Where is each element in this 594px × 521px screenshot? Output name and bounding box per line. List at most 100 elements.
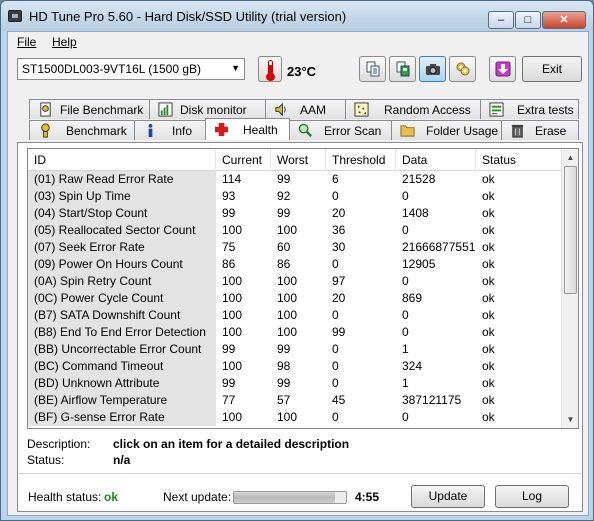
scroll-thumb[interactable] — [564, 166, 577, 294]
scroll-down-arrow-icon[interactable]: ▼ — [562, 411, 578, 428]
cell-status: ok — [482, 308, 495, 322]
cell-id: (BC) Command Timeout — [28, 358, 216, 375]
close-button[interactable]: ✕ — [542, 11, 586, 29]
cell-id: (BD) Unknown Attribute — [28, 375, 216, 392]
app-window: HD Tune Pro 5.60 - Hard Disk/SSD Utility… — [0, 0, 594, 521]
tab-folder-usage-label: Folder Usage — [426, 124, 499, 138]
benchmark-icon — [41, 123, 50, 138]
tab-aam[interactable]: AAM — [265, 99, 346, 119]
table-row[interactable]: (01) Raw Read Error Rate 114 99 6 21528 ok — [28, 171, 561, 188]
vertical-scrollbar[interactable]: ▲ ▼ — [561, 149, 578, 428]
table-row[interactable]: (BF) G-sense Error Rate 100 100 0 0 ok — [28, 409, 561, 426]
cell-status: ok — [482, 172, 495, 186]
table-row[interactable]: (09) Power On Hours Count 86 86 0 12905 ok — [28, 256, 561, 273]
cell-current: 99 — [222, 342, 236, 356]
cell-status: ok — [482, 274, 495, 288]
cell-id: (05) Reallocated Sector Count — [28, 222, 216, 239]
menu-help[interactable]: Help — [52, 35, 77, 49]
cell-current: 100 — [222, 291, 243, 305]
update-button[interactable]: Update — [411, 485, 485, 508]
table-row[interactable]: (05) Reallocated Sector Count 100 100 36 0 ok — [28, 222, 561, 239]
cell-threshold: 20 — [332, 206, 346, 220]
cell-status: ok — [482, 342, 495, 356]
tab-info-label: Info — [172, 124, 193, 138]
cell-data: 0 — [402, 410, 409, 424]
tab-error-scan[interactable]: Error Scan — [289, 120, 392, 140]
table-row[interactable]: (03) Spin Up Time 93 92 0 0 ok — [28, 188, 561, 205]
folder-icon — [400, 125, 415, 137]
thermometer-icon[interactable] — [258, 56, 282, 82]
save-button[interactable] — [489, 56, 516, 82]
random-access-icon — [354, 102, 369, 117]
cell-id: (BF) G-sense Error Rate — [28, 409, 216, 426]
column-header-threshold[interactable]: Threshold — [326, 149, 396, 171]
tab-health[interactable]: Health — [205, 118, 290, 140]
table-row[interactable]: (04) Start/Stop Count 99 99 20 1408 ok — [28, 205, 561, 222]
health-panel: ID Current Worst Threshold Data Status (… — [17, 142, 583, 512]
table-row[interactable]: (0C) Power Cycle Count 100 100 20 869 ok — [28, 290, 561, 307]
table-row[interactable]: (B8) End To End Error Detection 100 100 99 0… — [28, 324, 561, 341]
cell-worst: 100 — [277, 410, 298, 424]
cell-worst: 100 — [277, 308, 298, 322]
title-bar[interactable]: HD Tune Pro 5.60 - Hard Disk/SSD Utility… — [1, 1, 593, 31]
status-label: Status: — [27, 453, 65, 467]
tab-random-access[interactable]: Random Access — [345, 99, 481, 119]
table-row[interactable]: (07) Seek Error Rate 75 60 30 21666877551 ok — [28, 239, 561, 256]
cell-worst: 99 — [277, 342, 291, 356]
options-button[interactable] — [449, 56, 476, 82]
table-row[interactable]: (0A) Spin Retry Count 100 100 97 0 ok — [28, 273, 561, 290]
cell-worst: 99 — [277, 376, 291, 390]
tab-file-benchmark[interactable]: File Benchmark — [29, 99, 150, 119]
table-header: ID Current Worst Threshold Data Status — [28, 149, 561, 171]
window-title: HD Tune Pro 5.60 - Hard Disk/SSD Utility… — [29, 9, 347, 24]
tab-erase[interactable]: Erase — [501, 120, 579, 140]
cell-worst: 100 — [277, 274, 298, 288]
table-row[interactable]: (BB) Uncorrectable Error Count 99 99 0 1 ok — [28, 341, 561, 358]
options-icon — [456, 62, 470, 76]
column-header-data[interactable]: Data — [396, 149, 476, 171]
screenshot-button[interactable] — [419, 56, 446, 82]
table-row[interactable]: (B7) SATA Downshift Count 100 100 0 0 ok — [28, 307, 561, 324]
table-row[interactable]: (BD) Unknown Attribute 99 99 0 1 ok — [28, 375, 561, 392]
tab-disk-monitor[interactable]: Disk monitor — [149, 99, 266, 119]
cell-current: 77 — [222, 393, 236, 407]
menu-file[interactable]: File — [17, 35, 36, 49]
column-header-id[interactable]: ID — [28, 149, 216, 171]
copy-text-button[interactable] — [359, 56, 386, 82]
cell-id: (03) Spin Up Time — [28, 188, 216, 205]
file-benchmark-icon — [40, 102, 51, 117]
tab-erase-label: Erase — [535, 124, 567, 138]
scroll-up-arrow-icon[interactable]: ▲ — [562, 149, 578, 166]
cell-data: 1408 — [402, 206, 429, 220]
cell-id: (07) Seek Error Rate — [28, 239, 216, 256]
tab-random-access-label: Random Access — [384, 103, 471, 117]
cell-id: (B7) SATA Downshift Count — [28, 307, 216, 324]
health-status-label: Health status: — [28, 490, 102, 504]
cell-worst: 60 — [277, 240, 291, 254]
speaker-icon — [275, 102, 286, 117]
drive-select[interactable]: ST1500DL003-9VT16L (1500 gB) ▼ — [17, 58, 245, 80]
copy-screenshot-button[interactable] — [389, 56, 416, 82]
table-row[interactable]: (BC) Command Timeout 100 98 0 324 ok — [28, 358, 561, 375]
tab-folder-usage[interactable]: Folder Usage — [391, 120, 502, 140]
cell-status: ok — [482, 410, 495, 424]
column-header-worst[interactable]: Worst — [271, 149, 326, 171]
client-area: File Help ST1500DL003-9VT16L (1500 gB) ▼… — [7, 31, 589, 516]
exit-button[interactable]: Exit — [522, 56, 582, 82]
cell-data: 0 — [402, 274, 409, 288]
camera-icon — [426, 64, 440, 75]
log-button[interactable]: Log — [495, 485, 569, 508]
maximize-button[interactable]: □ — [515, 11, 541, 29]
column-header-status[interactable]: Status — [476, 149, 561, 171]
tab-info[interactable]: Info — [134, 120, 206, 140]
cell-current: 100 — [222, 308, 243, 322]
column-header-current[interactable]: Current — [216, 149, 271, 171]
menu-help-label: Help — [52, 35, 77, 49]
smart-table[interactable]: ID Current Worst Threshold Data Status (… — [27, 148, 579, 429]
minimize-button[interactable]: – — [488, 11, 514, 29]
cell-status: ok — [482, 189, 495, 203]
table-row[interactable]: (BE) Airflow Temperature 77 57 45 387121175 o… — [28, 392, 561, 409]
tab-benchmark[interactable]: Benchmark — [29, 120, 135, 140]
menu-file-label: File — [17, 35, 37, 49]
tab-extra-tests[interactable]: Extra tests — [480, 99, 579, 119]
